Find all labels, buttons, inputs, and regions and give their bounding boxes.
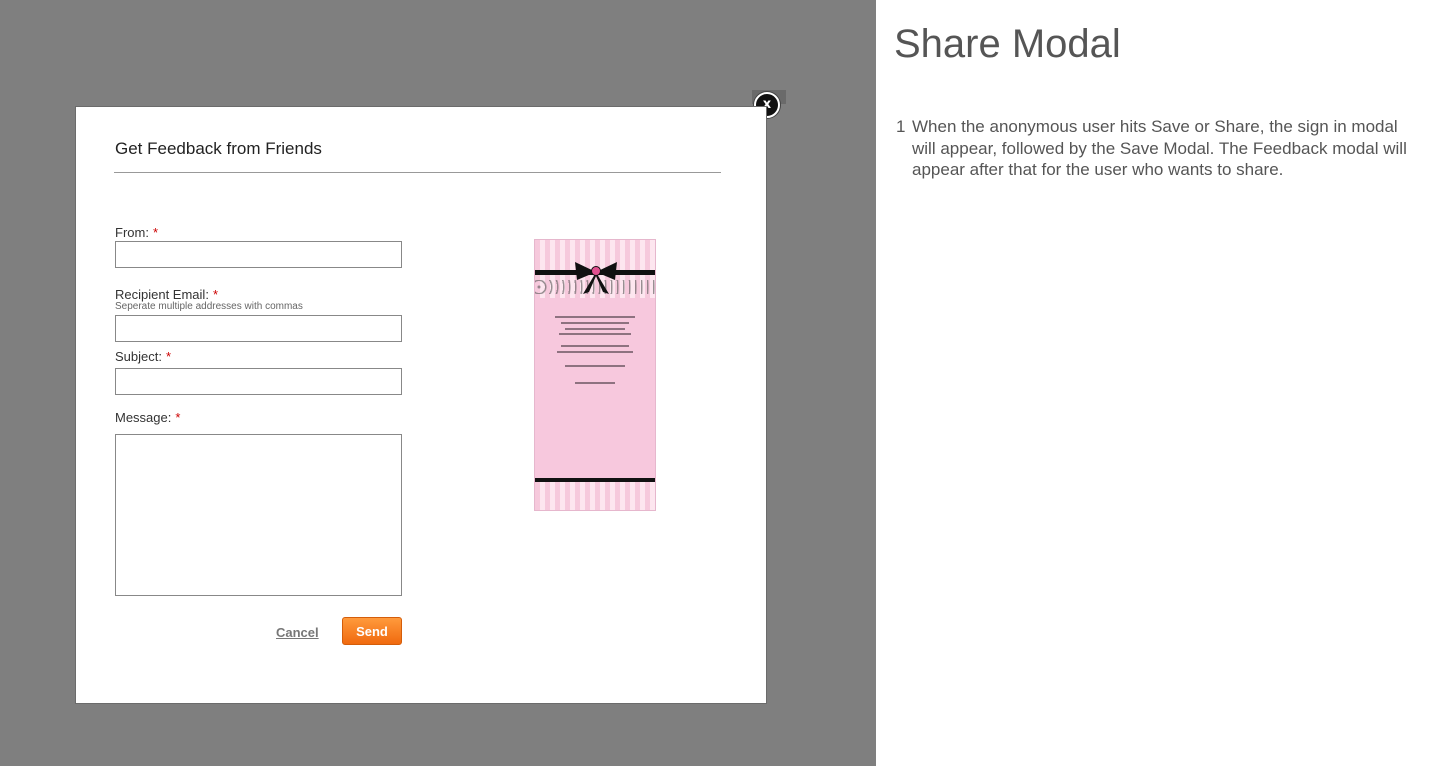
card-text-line xyxy=(555,316,635,318)
subject-field[interactable] xyxy=(115,368,402,395)
title-divider xyxy=(114,172,721,173)
note-item: 1 When the anonymous user hits Save or S… xyxy=(896,116,1426,181)
note-text: When the anonymous user hits Save or Sha… xyxy=(912,117,1407,179)
card-text-line xyxy=(557,351,633,353)
required-mark: * xyxy=(152,225,159,240)
message-field[interactable] xyxy=(115,434,402,596)
card-text-line xyxy=(561,345,629,347)
card-text-line xyxy=(565,328,625,330)
card-text-line xyxy=(561,322,629,324)
send-button[interactable]: Send xyxy=(342,617,402,645)
note-number: 1 xyxy=(896,117,906,136)
card-text-line xyxy=(559,333,631,335)
notes-list: 1 When the anonymous user hits Save or S… xyxy=(896,116,1426,181)
recipient-email-field[interactable] xyxy=(115,315,402,342)
required-mark: * xyxy=(165,349,172,364)
cancel-link[interactable]: Cancel xyxy=(276,625,319,640)
from-field[interactable] xyxy=(115,241,402,268)
message-label: Message: * xyxy=(115,410,181,425)
page-title: Share Modal xyxy=(894,22,1121,66)
modal-title: Get Feedback from Friends xyxy=(115,139,322,158)
required-mark: * xyxy=(175,410,181,425)
card-bottom-band xyxy=(535,478,655,482)
recipient-email-label: Recipient Email: * xyxy=(115,287,218,302)
card-text-line xyxy=(575,382,615,384)
invitation-card-preview xyxy=(534,239,656,511)
from-label: From: * xyxy=(115,225,159,240)
subject-label: Subject: * xyxy=(115,349,172,364)
card-text-line xyxy=(565,365,625,367)
card-text-panel xyxy=(535,298,655,478)
recipient-hint: Seperate multiple addresses with commas xyxy=(115,301,303,312)
feedback-modal: Get Feedback from Friends From: * Recipie… xyxy=(75,106,767,704)
required-mark: * xyxy=(212,287,218,302)
bow-icon xyxy=(575,262,617,294)
